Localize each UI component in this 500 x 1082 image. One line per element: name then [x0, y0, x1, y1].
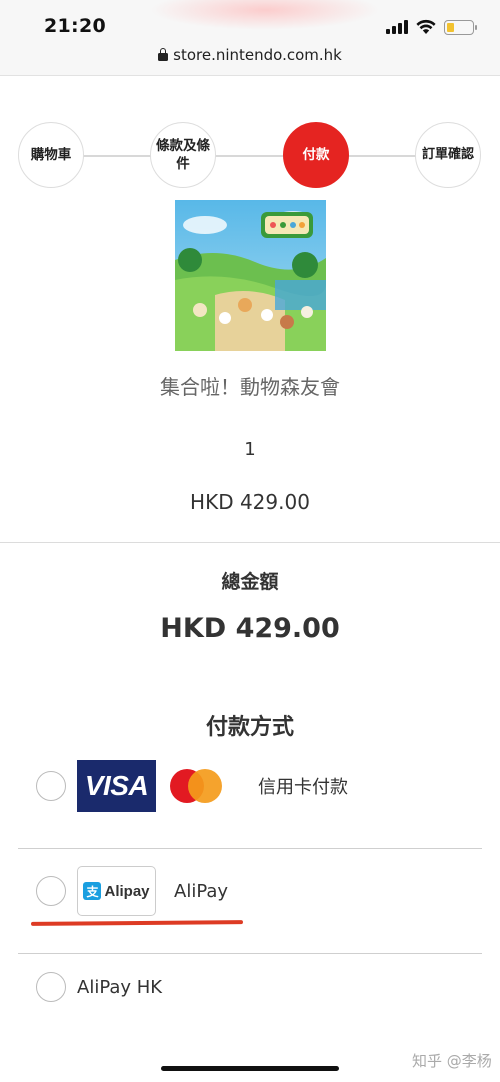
stepper-line [70, 155, 430, 157]
product-price: HKD 429.00 [190, 490, 310, 514]
payment-option-credit-card[interactable]: VISA 信用卡付款 [18, 760, 482, 812]
row-divider [18, 953, 482, 954]
url-text: store.nintendo.com.hk [173, 46, 342, 64]
step-payment[interactable]: 付款 [283, 122, 349, 188]
product-title: 集合啦！動物森友會 [160, 375, 340, 399]
payment-method-title: 付款方式 [205, 715, 294, 740]
status-icons [386, 16, 477, 38]
alipay-hk-label: AliPay HK [77, 976, 163, 998]
step-payment-label: 付款 [302, 147, 330, 163]
step-cart[interactable]: 購物車 [18, 122, 84, 188]
step-cart-label: 購物車 [30, 147, 72, 163]
product-quantity: 1 [244, 439, 256, 460]
alipay-icon: 支 [83, 882, 102, 900]
top-glow [150, 0, 380, 30]
alipay-label: AliPay [174, 880, 229, 902]
step-confirm[interactable]: 訂單確認 [415, 122, 481, 188]
total-label: 總金額 [221, 571, 279, 593]
top-bar: 21:20 store.nintendo.com.hk [0, 0, 500, 76]
visa-logo: VISA [77, 760, 156, 812]
status-time: 21:20 [44, 15, 106, 37]
watermark: 知乎 @李杨 [412, 1052, 492, 1070]
radio-alipay[interactable] [36, 876, 66, 906]
battery-fill [447, 22, 454, 32]
product-image [175, 200, 326, 351]
radio-alipay-hk[interactable] [36, 972, 66, 1002]
payment-option-alipay[interactable]: 支 Alipay AliPay [18, 866, 482, 916]
annotation-underline [30, 920, 244, 926]
address-bar[interactable]: store.nintendo.com.hk [0, 46, 500, 64]
battery-icon [444, 19, 477, 35]
total-value: HKD 429.00 [160, 613, 340, 644]
lock-icon [158, 48, 169, 61]
checkout-stepper: 購物車 條款及條件 付款 訂單確認 [0, 118, 500, 194]
row-divider [18, 848, 482, 849]
home-indicator [161, 1066, 339, 1071]
mastercard-icon [170, 769, 222, 803]
alipay-logo-text: Alipay [104, 882, 150, 900]
payment-option-alipay-hk[interactable]: AliPay HK [18, 970, 482, 1004]
step-confirm-label: 訂單確認 [421, 147, 474, 162]
cellular-signal-icon [386, 20, 408, 34]
credit-card-label: 信用卡付款 [258, 777, 348, 798]
alipay-logo: 支 Alipay [77, 866, 156, 916]
step-terms-label: 條款及條件 [156, 138, 210, 172]
step-terms[interactable]: 條款及條件 [150, 122, 216, 188]
radio-credit-card[interactable] [36, 771, 66, 801]
section-divider [0, 542, 500, 543]
wifi-icon [416, 19, 436, 34]
